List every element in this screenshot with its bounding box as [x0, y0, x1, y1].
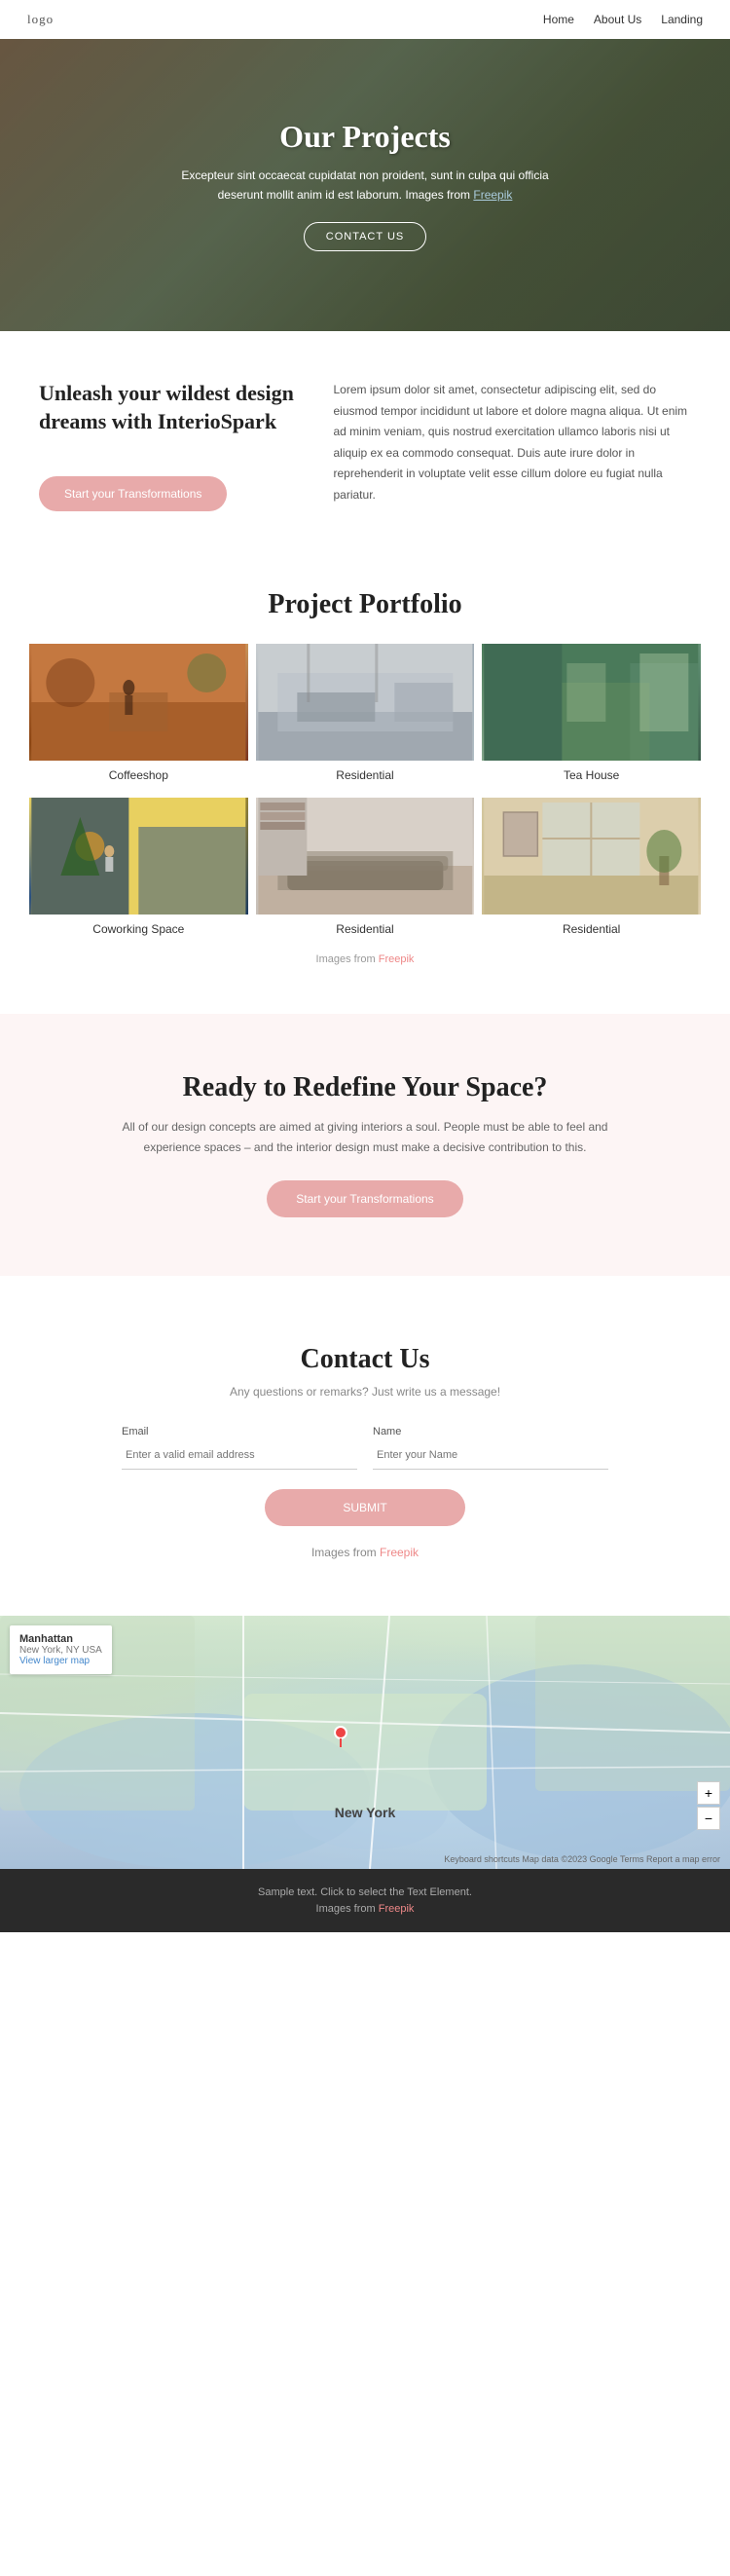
map-section: Manhattan New York, NY USA View larger m…	[0, 1616, 730, 1869]
cta-transform-button[interactable]: Start your Transformations	[267, 1180, 462, 1217]
portfolio-item-coworking[interactable]: Coworking Space	[29, 798, 248, 944]
footer-freepik-link[interactable]: Freepik	[379, 1903, 415, 1915]
portfolio-item-coffeeshop[interactable]: Coffeeshop	[29, 644, 248, 790]
about-body: Lorem ipsum dolor sit amet, consectetur …	[334, 380, 692, 506]
hero-subtitle: Excepteur sint occaecat cupidatat non pr…	[161, 167, 569, 204]
portfolio-img-residential2	[256, 798, 475, 915]
cta-title: Ready to Redefine Your Space?	[78, 1072, 652, 1103]
portfolio-img-teahouse	[482, 644, 701, 761]
portfolio-credit: Images from Freepik	[29, 953, 701, 975]
about-heading: Unleash your wildest design dreams with …	[39, 380, 295, 435]
footer-sample-text[interactable]: Sample text. Click to select the Text El…	[18, 1886, 712, 1898]
map-location: Manhattan	[19, 1633, 102, 1645]
portfolio-img-residential3	[482, 798, 701, 915]
contact-form: Email Name SUBMIT	[58, 1426, 672, 1526]
portfolio-item-residential3[interactable]: Residential	[482, 798, 701, 944]
map-background: Manhattan New York, NY USA View larger m…	[0, 1616, 730, 1869]
about-transform-button[interactable]: Start your Transformations	[39, 476, 227, 511]
nav-landing[interactable]: Landing	[661, 13, 703, 26]
portfolio-freepik-link[interactable]: Freepik	[379, 953, 415, 965]
portfolio-item-residential2[interactable]: Residential	[256, 798, 475, 944]
name-input[interactable]	[373, 1441, 608, 1470]
map-city-label: New York	[335, 1805, 396, 1820]
map-attribution: Keyboard shortcuts Map data ©2023 Google…	[444, 1854, 720, 1864]
about-right: Lorem ipsum dolor sit amet, consectetur …	[334, 380, 692, 506]
hero-section: Our Projects Excepteur sint occaecat cup…	[0, 39, 730, 331]
portfolio-img-residential1	[256, 644, 475, 761]
logo: logo	[27, 12, 54, 27]
contact-subtitle: Any questions or remarks? Just write us …	[58, 1385, 672, 1399]
nav-links: Home About Us Landing	[543, 13, 703, 26]
about-section: Unleash your wildest design dreams with …	[0, 331, 730, 560]
cta-section: Ready to Redefine Your Space? All of our…	[0, 1014, 730, 1276]
map-zoom-controls: + −	[697, 1781, 720, 1830]
hero-freepik-link[interactable]: Freepik	[473, 188, 512, 202]
contact-title: Contact Us	[58, 1344, 672, 1375]
email-label: Email	[122, 1426, 357, 1437]
portfolio-label-teahouse: Tea House	[482, 761, 701, 790]
portfolio-label-residential1: Residential	[256, 761, 475, 790]
portfolio-label-residential2: Residential	[256, 915, 475, 944]
nav-about[interactable]: About Us	[594, 13, 641, 26]
map-zoom-in[interactable]: +	[697, 1781, 720, 1805]
cta-body: All of our design concepts are aimed at …	[112, 1117, 618, 1157]
portfolio-img-coffeeshop	[29, 644, 248, 761]
nav-home[interactable]: Home	[543, 13, 574, 26]
portfolio-section: Project Portfolio Coffeeshop	[0, 560, 730, 994]
portfolio-label-coffeeshop: Coffeeshop	[29, 761, 248, 790]
contact-credit: Images from Freepik	[58, 1546, 672, 1559]
form-row: Email Name	[122, 1426, 608, 1470]
portfolio-label-residential3: Residential	[482, 915, 701, 944]
hero-contact-button[interactable]: CONTACT US	[304, 222, 427, 251]
hero-title: Our Projects	[279, 119, 451, 155]
portfolio-grid: Coffeeshop Residential	[29, 644, 701, 944]
portfolio-item-residential1[interactable]: Residential	[256, 644, 475, 790]
email-input[interactable]	[122, 1441, 357, 1470]
footer: Sample text. Click to select the Text El…	[0, 1869, 730, 1932]
map-zoom-out[interactable]: −	[697, 1807, 720, 1830]
portfolio-img-coworking	[29, 798, 248, 915]
footer-credits: Images from Freepik	[18, 1903, 712, 1915]
submit-button[interactable]: SUBMIT	[265, 1489, 464, 1526]
map-address: New York, NY USA	[19, 1645, 102, 1656]
contact-freepik-link[interactable]: Freepik	[380, 1546, 419, 1559]
name-label: Name	[373, 1426, 608, 1437]
map-overlay: Manhattan New York, NY USA View larger m…	[10, 1625, 112, 1674]
portfolio-title: Project Portfolio	[29, 589, 701, 620]
portfolio-item-teahouse[interactable]: Tea House	[482, 644, 701, 790]
portfolio-label-coworking: Coworking Space	[29, 915, 248, 944]
contact-section: Contact Us Any questions or remarks? Jus…	[0, 1295, 730, 1616]
about-left: Unleash your wildest design dreams with …	[39, 380, 295, 511]
navbar: logo Home About Us Landing	[0, 0, 730, 39]
map-larger-link[interactable]: View larger map	[19, 1656, 90, 1666]
